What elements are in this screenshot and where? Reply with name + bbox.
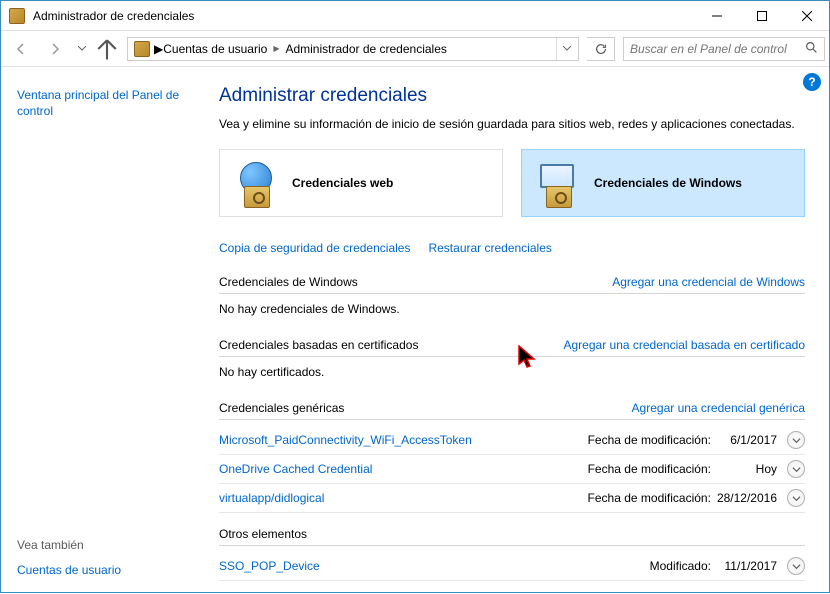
- modified-date: 11/1/2017: [717, 559, 777, 573]
- credential-name[interactable]: OneDrive Cached Credential: [219, 462, 588, 476]
- expand-button[interactable]: [787, 460, 805, 478]
- section-title: Credenciales genéricas: [219, 401, 344, 415]
- tile-label: Credenciales web: [292, 176, 393, 190]
- web-credentials-tile[interactable]: Credenciales web: [219, 149, 503, 217]
- forward-button[interactable]: [39, 35, 71, 63]
- chevron-right-icon: ▶: [273, 44, 279, 53]
- windows-credentials-section: Credenciales de Windows Agregar una cred…: [219, 275, 805, 324]
- section-title: Credenciales basadas en certificados: [219, 338, 418, 352]
- modified-label: Modificado:: [650, 559, 711, 573]
- help-icon[interactable]: ?: [803, 73, 821, 91]
- modified-label: Fecha de modificación:: [588, 462, 711, 476]
- main-panel: Administrar credenciales Vea y elimine s…: [211, 67, 829, 594]
- titlebar: Administrador de credenciales: [1, 1, 829, 31]
- recent-locations-dropdown[interactable]: [73, 35, 91, 63]
- address-dropdown[interactable]: [556, 38, 576, 60]
- user-accounts-link[interactable]: Cuentas de usuario: [17, 562, 195, 578]
- credential-name[interactable]: SSO_POP_Device: [219, 559, 650, 573]
- up-button[interactable]: [93, 35, 121, 63]
- add-generic-credential-link[interactable]: Agregar una credencial genérica: [632, 401, 805, 415]
- cert-empty-message: No hay certificados.: [219, 363, 805, 387]
- modified-date: Hoy: [717, 462, 777, 476]
- other-items-section: Otros elementos SSO_POP_DeviceModificado…: [219, 527, 805, 581]
- expand-button[interactable]: [787, 557, 805, 575]
- windows-empty-message: No hay credenciales de Windows.: [219, 300, 805, 324]
- page-title: Administrar credenciales: [219, 85, 805, 107]
- address-icon: [134, 41, 150, 57]
- backup-credentials-link[interactable]: Copia de seguridad de credenciales: [219, 241, 410, 255]
- navbar: ▶ Cuentas de usuario ▶ Administrador de …: [1, 31, 829, 67]
- content-area: ? Ventana principal del Panel de control…: [1, 67, 829, 594]
- maximize-button[interactable]: [739, 1, 784, 31]
- window-title: Administrador de credenciales: [33, 9, 694, 23]
- refresh-button[interactable]: [587, 37, 615, 61]
- generic-credentials-section: Credenciales genéricas Agregar una crede…: [219, 401, 805, 513]
- see-also-heading: Vea también: [17, 538, 195, 552]
- credential-row[interactable]: OneDrive Cached CredentialFecha de modif…: [219, 455, 805, 484]
- window-buttons: [694, 1, 829, 31]
- monitor-safe-icon: [538, 162, 580, 204]
- modified-label: Fecha de modificación:: [588, 491, 711, 505]
- breadcrumb-segment[interactable]: Cuentas de usuario: [163, 42, 267, 56]
- action-links: Copia de seguridad de credenciales Resta…: [219, 241, 805, 255]
- page-description: Vea y elimine su información de inicio d…: [219, 117, 805, 131]
- credential-row[interactable]: virtualapp/didlogicalFecha de modificaci…: [219, 484, 805, 513]
- credential-row[interactable]: SSO_POP_DeviceModificado: 11/1/2017: [219, 552, 805, 581]
- modified-label: Fecha de modificación:: [588, 433, 711, 447]
- credential-row[interactable]: Microsoft_PaidConnectivity_WiFi_AccessTo…: [219, 426, 805, 455]
- back-button[interactable]: [5, 35, 37, 63]
- address-path: Cuentas de usuario ▶ Administrador de cr…: [163, 42, 556, 56]
- chevron-right-icon: ▶: [154, 42, 163, 56]
- expand-button[interactable]: [787, 431, 805, 449]
- globe-safe-icon: [236, 162, 278, 204]
- section-title: Credenciales de Windows: [219, 275, 358, 289]
- credential-manager-icon: [9, 8, 25, 24]
- search-box[interactable]: [623, 37, 825, 61]
- credential-name[interactable]: Microsoft_PaidConnectivity_WiFi_AccessTo…: [219, 433, 588, 447]
- sidebar: Ventana principal del Panel de control V…: [1, 67, 211, 594]
- breadcrumb-segment[interactable]: Administrador de credenciales: [285, 42, 446, 56]
- address-bar[interactable]: ▶ Cuentas de usuario ▶ Administrador de …: [127, 37, 579, 61]
- modified-date: 28/12/2016: [717, 491, 777, 505]
- credential-name[interactable]: virtualapp/didlogical: [219, 491, 588, 505]
- windows-credentials-tile[interactable]: Credenciales de Windows: [521, 149, 805, 217]
- credential-type-tiles: Credenciales web Credenciales de Windows: [219, 149, 805, 217]
- cert-credentials-section: Credenciales basadas en certificados Agr…: [219, 338, 805, 387]
- close-button[interactable]: [784, 1, 829, 31]
- tile-label: Credenciales de Windows: [594, 176, 742, 190]
- search-input[interactable]: [630, 42, 801, 56]
- minimize-button[interactable]: [694, 1, 739, 31]
- control-panel-home-link[interactable]: Ventana principal del Panel de control: [17, 87, 195, 119]
- search-icon[interactable]: [805, 41, 818, 57]
- section-title: Otros elementos: [219, 527, 307, 541]
- modified-date: 6/1/2017: [717, 433, 777, 447]
- add-windows-credential-link[interactable]: Agregar una credencial de Windows: [612, 275, 805, 289]
- restore-credentials-link[interactable]: Restaurar credenciales: [428, 241, 551, 255]
- expand-button[interactable]: [787, 489, 805, 507]
- add-cert-credential-link[interactable]: Agregar una credencial basada en certifi…: [564, 338, 806, 352]
